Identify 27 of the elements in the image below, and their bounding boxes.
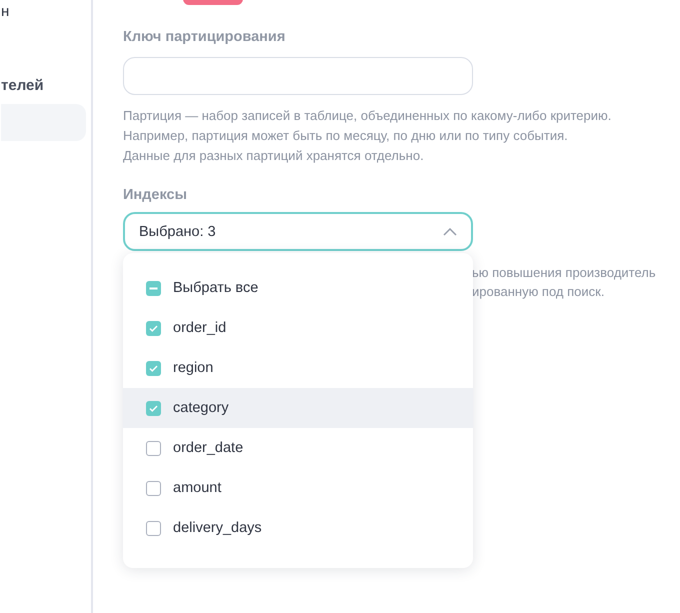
field-label: Индексы [123,187,188,205]
select-all-option[interactable]: Выбрать все [123,268,473,308]
description-line: Например, партиция может быть по месяцу, по дню или по типу события. [123,127,569,145]
field-label: Ключ партицирования [123,29,286,47]
button-edge[interactable] [183,0,243,5]
chevron-icon [443,228,457,236]
checkbox[interactable] [146,400,161,416]
checkbox[interactable] [146,320,161,336]
checkbox[interactable] [146,280,161,296]
dropdown-option[interactable]: region [123,348,473,388]
description-line: Партиция — набор записей в таблице, объединенных по какому-либо критерию. [123,107,612,125]
checkbox[interactable] [146,480,161,496]
checkbox[interactable] [146,360,161,376]
dropdown-option[interactable]: amount [123,468,473,508]
sidebar-item[interactable]: н [1,2,91,22]
select-field[interactable]: Выбрано: 3 [123,212,473,251]
sidebar-item[interactable]: телей [1,76,91,96]
hint-text: ью повышения производитель [472,264,657,282]
hint-text: ированную под поиск. [472,283,606,301]
description-line: Данные для разных партиций хранятся отдельно. [123,147,425,165]
checkbox[interactable] [146,440,161,456]
dropdown-option[interactable]: order_date [123,428,473,468]
dropdown-option[interactable]: order_id [123,308,473,348]
checkbox[interactable] [146,520,161,536]
dropdown-option[interactable]: delivery_days [123,508,473,548]
input-field[interactable] [123,57,473,95]
dropdown-option[interactable]: category [123,388,473,428]
